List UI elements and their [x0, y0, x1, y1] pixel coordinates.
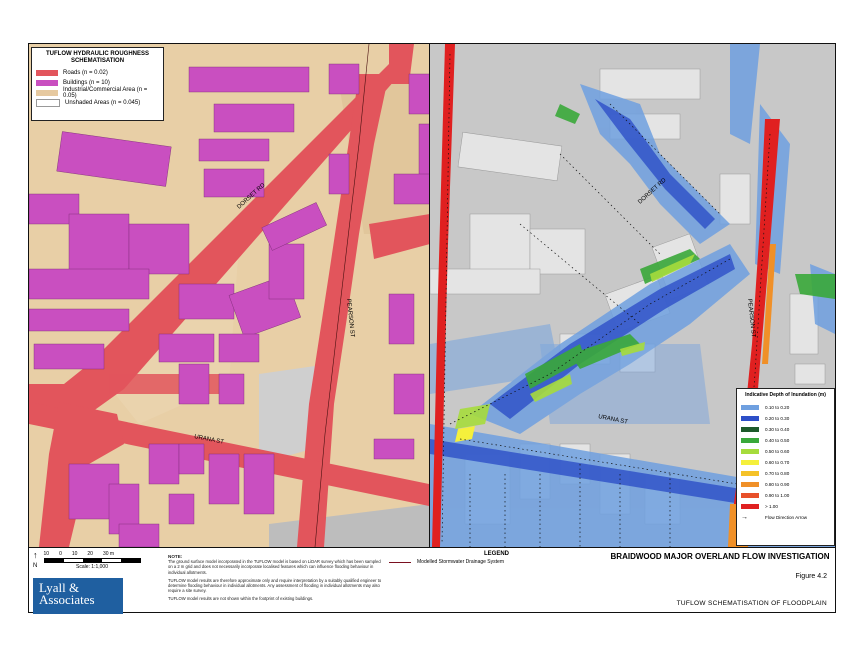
depth-swatch	[741, 416, 759, 421]
title-block: ↑ N 10 0 10 20 30 m Scale: 1:1,000 Lyall …	[29, 547, 835, 614]
roughness-legend-title: TUFLOW HYDRAULIC ROUGHNESS SCHEMATISATIO…	[46, 51, 149, 64]
depth-row: 0.90 to 1.00	[741, 490, 830, 501]
depth-swatch	[741, 438, 759, 443]
swatch-unshaded	[36, 99, 60, 107]
scale-label: Scale: 1:1,000	[76, 564, 108, 570]
note-paragraph: The ground surface model incorporated in…	[168, 559, 381, 575]
project-title: BRAIDWOOD MAJOR OVERLAND FLOW INVESTIGAT…	[610, 552, 830, 561]
notes: NOTE: The ground surface model incorpora…	[168, 554, 386, 602]
depth-row: 0.80 to 0.90	[741, 479, 830, 490]
swatch-roads	[36, 70, 58, 76]
scale-tick: 30 m	[102, 551, 115, 557]
scale-bar: ↑ N 10 0 10 20 30 m Scale: 1:1,000	[33, 551, 141, 571]
depth-swatch	[741, 471, 759, 476]
depth-swatch	[741, 460, 759, 465]
roughness-legend: TUFLOW HYDRAULIC ROUGHNESS SCHEMATISATIO…	[31, 47, 164, 121]
flow-arrow-row: → Flow Direction Arrow	[741, 514, 808, 521]
company-logo: Lyall & Associates	[33, 578, 123, 614]
bottom-legend: LEGEND Modelled Stormwater Drainage Syst…	[389, 551, 604, 565]
depth-row: > 1.00	[741, 501, 830, 512]
scale-tick: 10	[43, 551, 50, 557]
swatch-industrial	[36, 90, 58, 96]
depth-row: 0.30 to 0.40	[741, 424, 830, 435]
figure-subtitle: TUFLOW SCHEMATISATION OF FLOODPLAIN	[676, 600, 827, 607]
legend-heading: LEGEND	[483, 551, 509, 557]
depth-row: 0.50 to 0.60	[741, 446, 830, 457]
depth-legend: Indicative Depth of Inundation (m) 0.10 …	[736, 388, 835, 546]
depth-swatch	[741, 482, 759, 487]
drainage-line-icon	[389, 561, 411, 563]
depth-swatch	[741, 493, 759, 498]
north-arrow-icon: ↑ N	[33, 550, 38, 570]
note-paragraph: TUFLOW model results are therefore appro…	[168, 577, 382, 594]
depth-row: 0.60 to 0.70	[741, 457, 830, 468]
depth-swatch	[741, 504, 759, 509]
roughness-map-panel: DORSET RD PEARSON ST URANA ST TUFLOW HYD…	[29, 44, 430, 547]
scale-tick: 0	[59, 551, 62, 557]
note-paragraph: TUFLOW model results are not shown withi…	[168, 596, 314, 602]
map-sheet: DORSET RD PEARSON ST URANA ST TUFLOW HYD…	[28, 43, 836, 614]
depth-swatch	[741, 427, 759, 432]
legend-row-unshaded: Unshaded Areas (n = 0.045)	[36, 98, 159, 108]
depth-row: 0.20 to 0.30	[741, 413, 830, 424]
depth-swatch	[741, 449, 759, 454]
legend-drainage-label: Modelled Stormwater Drainage System	[417, 559, 504, 565]
legend-row-industrial: Industrial/Commercial Area (n = 0.05)	[36, 87, 159, 99]
flow-arrow-icon: →	[741, 514, 748, 521]
depth-legend-title: Indicative Depth of Inundation (m)	[745, 392, 826, 398]
figure-number: Figure 4.2	[795, 573, 827, 580]
depth-row: 0.10 to 0.20	[741, 402, 830, 413]
scale-tick: 10	[71, 551, 78, 557]
depth-row: 0.40 to 0.50	[741, 435, 830, 446]
legend-row-roads: Roads (n = 0.02)	[36, 68, 159, 78]
depth-swatch	[741, 405, 759, 410]
scale-tick: 20	[87, 551, 93, 557]
swatch-buildings	[36, 80, 58, 86]
depth-row: 0.70 to 0.80	[741, 468, 830, 479]
